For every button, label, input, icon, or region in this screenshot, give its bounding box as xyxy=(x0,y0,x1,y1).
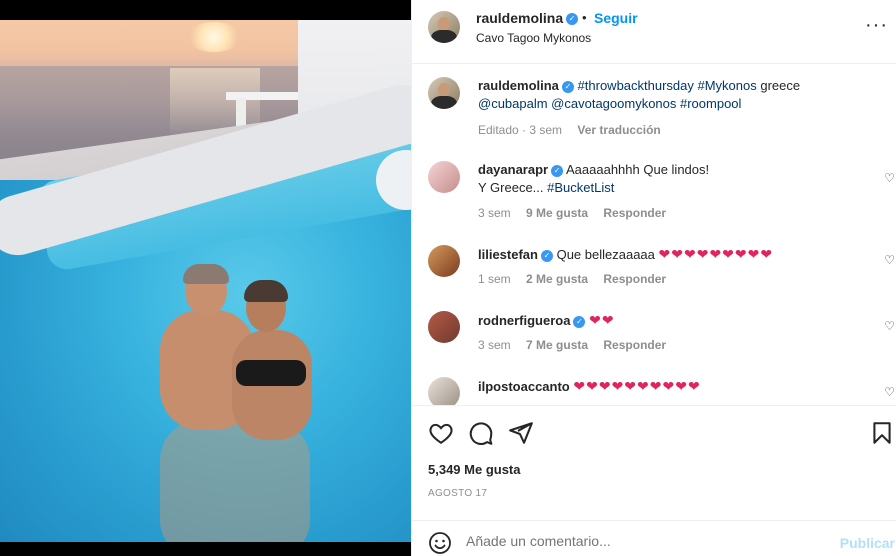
heart-emojis: ❤❤❤❤❤❤❤❤❤ xyxy=(658,246,774,262)
comment-meta: 1 sem 2 Me gusta Responder xyxy=(478,272,667,286)
comment-text: liliestefan ✓ Que bellezaaaaa ❤❤❤❤❤❤❤❤❤ xyxy=(478,246,774,262)
post-date: AGOSTO 17 xyxy=(428,488,488,499)
comment-composer: Publicar xyxy=(412,520,896,556)
paper-plane-icon[interactable] xyxy=(508,420,534,446)
bookmark-icon[interactable] xyxy=(869,420,895,446)
translate-link[interactable]: Ver traducción xyxy=(577,123,660,137)
post-side-panel: rauldemolina ✓ • Seguir Cavo Tagoo Mykono… xyxy=(411,0,896,556)
heart-emojis: ❤❤❤❤❤❤❤❤❤❤ xyxy=(573,378,701,394)
comment-username[interactable]: liliestefan xyxy=(478,247,538,262)
caption-username[interactable]: rauldemolina xyxy=(478,78,559,93)
separator-dot: • xyxy=(582,10,587,25)
caption-edited: Editado · 3 sem xyxy=(478,123,563,137)
author-avatar[interactable] xyxy=(428,11,460,43)
verified-badge-icon: ✓ xyxy=(561,80,574,93)
comment-text: rodnerfigueroa ✓ ❤❤ xyxy=(478,311,878,330)
comment-like-heart-icon[interactable]: ♡ xyxy=(884,171,895,185)
swimsuit xyxy=(236,360,306,386)
caption-hashtags[interactable]: #throwbackthursday #Mykonos xyxy=(578,78,757,93)
commenter-avatar[interactable] xyxy=(428,377,460,405)
comment-hashtag[interactable]: #BucketList xyxy=(547,180,614,195)
comment-meta: 3 sem 9 Me gusta Responder xyxy=(478,206,667,220)
reply-button[interactable]: Responder xyxy=(603,338,666,352)
comment-input[interactable] xyxy=(466,533,826,549)
location-link[interactable]: Cavo Tagoo Mykonos xyxy=(476,31,591,45)
more-options-icon[interactable]: ··· xyxy=(865,14,888,37)
comment-like-heart-icon[interactable]: ♡ xyxy=(884,253,895,267)
verified-badge-icon: ✓ xyxy=(540,249,553,262)
verified-badge-icon: ✓ xyxy=(566,13,579,26)
caption-text: rauldemolina ✓ #throwbackthursday #Mykono… xyxy=(478,77,878,113)
sun xyxy=(186,22,242,52)
pool-scene-image xyxy=(0,20,411,542)
caption-meta: Editado · 3 sem Ver traducción xyxy=(478,123,673,137)
author-username-row: rauldemolina ✓ xyxy=(476,10,579,26)
comment-username[interactable]: ilpostoaccanto xyxy=(478,379,570,394)
author-avatar[interactable] xyxy=(428,77,460,109)
post-header: rauldemolina ✓ • Seguir Cavo Tagoo Mykono… xyxy=(412,0,896,64)
like-count[interactable]: 5,349 Me gusta xyxy=(428,462,521,477)
comment-text: dayanarapr ✓ Aaaaaahhhh Que lindos! Y Gre… xyxy=(478,162,710,195)
comment-likes[interactable]: 2 Me gusta xyxy=(526,272,588,286)
caption-mentions[interactable]: @cubapalm @cavotagoomykonos #roompool xyxy=(478,96,741,111)
comment-username[interactable]: dayanarapr xyxy=(478,162,548,177)
reply-button[interactable]: Responder xyxy=(603,206,666,220)
post-photo[interactable] xyxy=(0,0,411,556)
commenter-avatar[interactable] xyxy=(428,161,460,193)
reply-button[interactable]: Responder xyxy=(603,272,666,286)
verified-badge-icon: ✓ xyxy=(573,315,586,328)
comment-meta: 3 sem 7 Me gusta Responder xyxy=(478,338,667,352)
comment-like-heart-icon[interactable]: ♡ xyxy=(884,385,895,399)
comment-likes[interactable]: 7 Me gusta xyxy=(526,338,588,352)
author-username[interactable]: rauldemolina xyxy=(476,10,563,26)
caption-plain-text: greece xyxy=(756,78,801,93)
comment-text: ilpostoaccanto ❤❤❤❤❤❤❤❤❤❤ xyxy=(478,377,878,396)
verified-badge-icon: ✓ xyxy=(551,164,564,177)
comment-like-heart-icon[interactable]: ♡ xyxy=(884,319,895,333)
comments-list[interactable]: rauldemolina ✓ #throwbackthursday #Mykono… xyxy=(412,65,896,405)
heart-icon[interactable] xyxy=(428,420,454,446)
smiley-icon[interactable] xyxy=(428,531,452,555)
commenter-avatar[interactable] xyxy=(428,311,460,343)
man-hair xyxy=(183,264,229,284)
comment-username[interactable]: rodnerfigueroa xyxy=(478,313,570,328)
woman-hair xyxy=(244,280,288,302)
publish-button[interactable]: Publicar xyxy=(840,535,895,551)
comment-icon[interactable] xyxy=(468,420,494,446)
follow-button[interactable]: Seguir xyxy=(594,10,638,26)
comment-likes[interactable]: 9 Me gusta xyxy=(526,206,588,220)
post-actions: 5,349 Me gusta AGOSTO 17 xyxy=(412,405,896,520)
commenter-avatar[interactable] xyxy=(428,245,460,277)
heart-emojis: ❤❤ xyxy=(589,312,615,328)
